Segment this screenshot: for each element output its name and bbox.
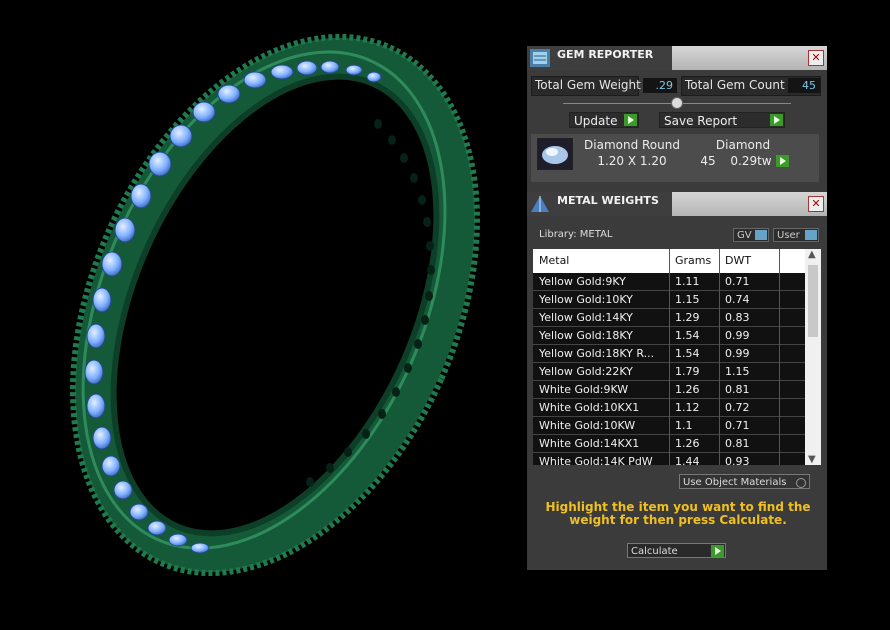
close-icon[interactable]: ✕ bbox=[808, 50, 824, 66]
close-icon[interactable]: ✕ bbox=[808, 196, 824, 212]
update-button[interactable]: Update bbox=[569, 112, 639, 128]
grams-cell: 1.12 bbox=[675, 401, 700, 414]
play-icon[interactable] bbox=[776, 155, 789, 167]
dwt-cell: 0.72 bbox=[725, 401, 750, 414]
grams-cell: 1.54 bbox=[675, 347, 700, 360]
dwt-cell: 0.93 bbox=[725, 455, 750, 465]
scale-icon bbox=[531, 196, 549, 212]
grams-cell: 1.79 bbox=[675, 365, 700, 378]
metal-cell: Yellow Gold:9KY bbox=[539, 275, 626, 288]
tool-panel: GEM REPORTER ✕ Total Gem Weight .29 Tota… bbox=[527, 46, 827, 570]
total-gem-weight-value: .29 bbox=[643, 78, 677, 93]
grams-cell: 1.1 bbox=[675, 419, 693, 432]
slider-handle[interactable] bbox=[671, 97, 683, 109]
calculate-label: Calculate bbox=[631, 546, 678, 557]
metal-cell: White Gold:9KW bbox=[539, 383, 629, 396]
user-toggle[interactable]: User bbox=[773, 228, 819, 242]
metal-cell: Yellow Gold:10KY bbox=[539, 293, 633, 306]
metal-cell: White Gold:14K PdW bbox=[539, 455, 653, 465]
save-report-label: Save Report bbox=[664, 114, 738, 128]
metal-cell: Yellow Gold:18KY R... bbox=[539, 347, 655, 360]
metal-weights-table: Metal Grams DWT Yellow Gold:9KY 1.11 0.71 Y… bbox=[533, 249, 821, 465]
total-gem-weight-label: Total Gem Weight bbox=[535, 78, 641, 92]
column-header-dwt[interactable]: DWT bbox=[725, 254, 751, 267]
diamond-round-icon bbox=[537, 138, 573, 170]
gem-reporter-icon bbox=[530, 49, 550, 67]
gem-weight: 0.29tw bbox=[730, 154, 772, 168]
gem-material: Diamond bbox=[715, 138, 771, 152]
user-label: User bbox=[777, 230, 800, 241]
use-object-materials-toggle[interactable]: Use Object Materials bbox=[679, 474, 810, 489]
dwt-cell: 0.99 bbox=[725, 329, 750, 342]
metal-cell: Yellow Gold:18KY bbox=[539, 329, 633, 342]
dwt-cell: 0.81 bbox=[725, 383, 750, 396]
scroll-down-icon[interactable]: ▼ bbox=[808, 454, 816, 465]
column-header-grams[interactable]: Grams bbox=[675, 254, 711, 267]
gv-toggle[interactable]: GV bbox=[733, 228, 769, 242]
gem-entry[interactable]: Diamond Round 1.20 X 1.20 Diamond 45 0.2… bbox=[531, 134, 819, 182]
play-icon bbox=[711, 545, 724, 557]
gem-count: 45 bbox=[700, 154, 716, 168]
calculate-button[interactable]: Calculate bbox=[627, 543, 726, 558]
grams-cell: 1.26 bbox=[675, 383, 700, 396]
table-scrollbar[interactable]: ▲ ▼ bbox=[805, 249, 821, 465]
metal-cell: White Gold:10KX1 bbox=[539, 401, 640, 414]
dwt-cell: 0.71 bbox=[725, 419, 750, 432]
grams-cell: 1.54 bbox=[675, 329, 700, 342]
3d-viewport[interactable] bbox=[0, 0, 520, 626]
total-gem-count-value: 45 bbox=[788, 78, 820, 93]
grams-cell: 1.26 bbox=[675, 437, 700, 450]
metal-cell: White Gold:10KW bbox=[539, 419, 636, 432]
metal-cell: Yellow Gold:14KY bbox=[539, 311, 633, 324]
metal-cell: White Gold:14KX1 bbox=[539, 437, 640, 450]
metal-weights-titlebar: METAL WEIGHTS ✕ bbox=[527, 192, 827, 216]
instruction-text: Highlight the item you want to find the … bbox=[545, 500, 811, 527]
gv-label: GV bbox=[737, 230, 752, 241]
dwt-cell: 1.15 bbox=[725, 365, 750, 378]
scroll-up-icon[interactable]: ▲ bbox=[808, 249, 816, 260]
play-icon bbox=[624, 114, 637, 126]
dwt-cell: 0.99 bbox=[725, 347, 750, 360]
metal-weights-title: METAL WEIGHTS bbox=[557, 194, 659, 207]
dwt-cell: 0.71 bbox=[725, 275, 750, 288]
gem-name: Diamond Round bbox=[584, 138, 680, 152]
dwt-cell: 0.83 bbox=[725, 311, 750, 324]
grams-cell: 1.29 bbox=[675, 311, 700, 324]
grams-cell: 1.44 bbox=[675, 455, 700, 465]
play-icon bbox=[770, 114, 783, 126]
grams-cell: 1.11 bbox=[675, 275, 700, 288]
column-header-metal[interactable]: Metal bbox=[539, 254, 569, 267]
radio-icon bbox=[796, 478, 806, 488]
save-report-button[interactable]: Save Report bbox=[659, 112, 785, 128]
ring-model bbox=[70, 33, 480, 577]
use-object-materials-label: Use Object Materials bbox=[683, 477, 787, 488]
metal-cell: Yellow Gold:22KY bbox=[539, 365, 633, 378]
gem-reporter-titlebar: GEM REPORTER ✕ bbox=[527, 46, 827, 70]
dwt-cell: 0.81 bbox=[725, 437, 750, 450]
library-label: Library: METAL bbox=[539, 229, 613, 240]
gem-reporter-title: GEM REPORTER bbox=[557, 48, 654, 61]
total-gem-count-label: Total Gem Count bbox=[685, 78, 785, 92]
gem-size: 1.20 X 1.20 bbox=[597, 154, 667, 168]
scroll-thumb[interactable] bbox=[808, 265, 818, 337]
grams-cell: 1.15 bbox=[675, 293, 700, 306]
dwt-cell: 0.74 bbox=[725, 293, 750, 306]
update-label: Update bbox=[574, 114, 618, 128]
